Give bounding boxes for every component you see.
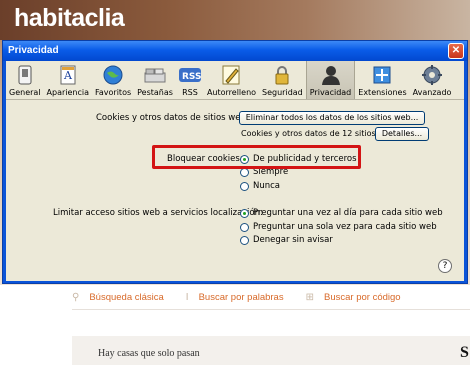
tab-autorrelleno[interactable]: Autorrelleno [204, 61, 259, 99]
cookies-count-note: Cookies y otros datos de 12 sitios web [241, 129, 395, 138]
tab-label: RSS [182, 88, 198, 97]
tabs-icon [144, 64, 166, 86]
tab-avanzado[interactable]: Avanzado [410, 61, 455, 99]
search-icon: ⚲ [72, 291, 80, 303]
tab-label: Favoritos [95, 88, 132, 97]
help-icon: ? [442, 261, 448, 271]
dialog-title: Privacidad [8, 45, 59, 56]
grid-icon: ⊞ [305, 291, 314, 303]
dialog-client-area: General A Apariencia Favoritos Pestañas [6, 61, 464, 281]
location-option-daily[interactable]: Preguntar una vez al día para cada sitio… [240, 208, 443, 218]
close-icon: ✕ [451, 45, 461, 56]
puzzle-icon [371, 64, 393, 86]
gear-icon [421, 64, 443, 86]
nav-label: Buscar por palabras [198, 291, 284, 303]
nav-label: Búsqueda clásica [89, 291, 164, 303]
nav-buscar-por-palabras[interactable]: I Buscar por palabras [186, 292, 284, 303]
tab-label: Privacidad [309, 88, 352, 97]
remove-all-data-button[interactable]: Eliminar todos los datos de los sitios w… [239, 111, 425, 125]
radio-button[interactable] [240, 222, 249, 232]
radio-button[interactable] [240, 208, 249, 218]
site-logo[interactable]: habitaclia [14, 4, 125, 33]
svg-text:A: A [63, 69, 73, 82]
tab-general[interactable]: General [6, 61, 44, 99]
tab-rss[interactable]: RSS RSS [176, 61, 204, 99]
tab-label: General [9, 88, 41, 97]
tab-pestanas[interactable]: Pestañas [134, 61, 176, 99]
person-icon [320, 64, 342, 86]
tab-label: Seguridad [262, 88, 303, 97]
switch-icon [14, 64, 36, 86]
nav-label: Buscar por código [324, 291, 401, 303]
tab-privacidad[interactable]: Privacidad [305, 61, 356, 99]
tab-favoritos[interactable]: Favoritos [92, 61, 134, 99]
option-label: Nunca [253, 181, 281, 191]
text-cursor-icon: I [185, 291, 189, 303]
rss-icon: RSS [178, 64, 201, 86]
option-label: Denegar sin avisar [253, 235, 333, 245]
site-header: habitaclia [0, 0, 470, 40]
tab-apariencia[interactable]: A Apariencia [44, 61, 92, 99]
lock-icon [271, 64, 293, 86]
tab-seguridad[interactable]: Seguridad [259, 61, 306, 99]
option-label: Preguntar una vez al día para cada sitio… [253, 208, 443, 218]
tab-label: Pestañas [137, 88, 173, 97]
tab-label: Autorrelleno [206, 88, 257, 97]
block-cookies-option-never[interactable]: Nunca [240, 181, 280, 191]
nav-buscar-por-codigo[interactable]: ⊞ Buscar por código [306, 292, 401, 303]
site-search-nav: ⚲ Búsqueda clásica I Buscar por palabras… [72, 287, 470, 307]
tab-extensiones[interactable]: Extensiones [355, 61, 409, 99]
close-button[interactable]: ✕ [448, 43, 464, 59]
svg-text:RSS: RSS [182, 72, 201, 82]
radio-button[interactable] [240, 235, 249, 245]
radio-button[interactable] [240, 181, 249, 191]
location-label: Limitar acceso sitios web a servicios lo… [53, 208, 263, 218]
option-label: Preguntar una sola vez para cada sitio w… [253, 222, 437, 232]
document-a-icon: A [57, 64, 79, 86]
cookies-label: Cookies y otros datos de sitios web: [96, 113, 249, 123]
location-option-deny[interactable]: Denegar sin avisar [240, 235, 333, 245]
tab-label: Apariencia [46, 88, 90, 97]
location-option-once[interactable]: Preguntar una sola vez para cada sitio w… [240, 222, 437, 232]
details-button[interactable]: Detalles... [375, 127, 429, 141]
tab-label: Extensiones [358, 88, 407, 97]
dialog-titlebar[interactable]: Privacidad ✕ [3, 41, 467, 61]
site-quote: Hay casas que solo pasan [98, 348, 200, 359]
site-heading-fragment: S [460, 344, 469, 361]
preferences-toolbar: General A Apariencia Favoritos Pestañas [6, 61, 464, 100]
globe-icon [102, 64, 124, 86]
help-button[interactable]: ? [438, 259, 452, 273]
pencil-icon [220, 64, 242, 86]
divider [72, 309, 470, 310]
tab-label: Avanzado [412, 88, 452, 97]
nav-busqueda-clasica[interactable]: ⚲ Búsqueda clásica [72, 292, 164, 303]
highlight-box [152, 145, 361, 169]
